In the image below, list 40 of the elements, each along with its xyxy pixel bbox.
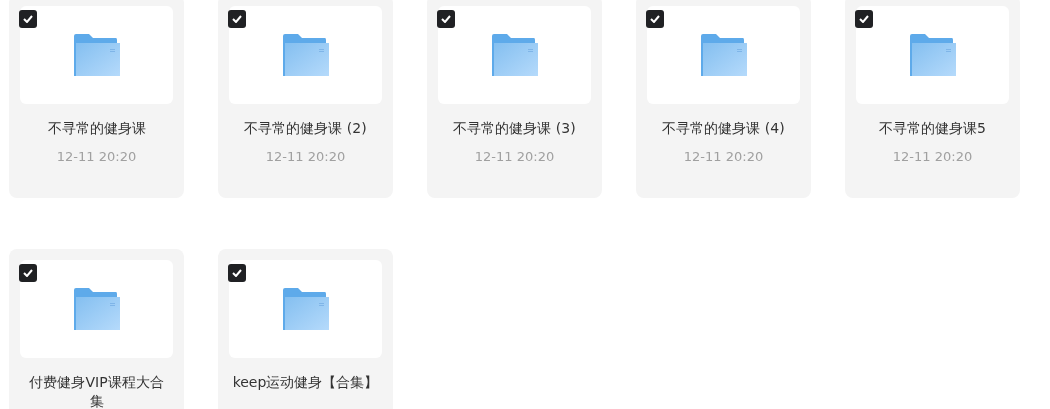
folder-name: 不寻常的健身课 (2) <box>243 119 368 138</box>
check-icon <box>441 15 451 23</box>
folder-card[interactable]: 不寻常的健身课5 12-11 20:20 <box>845 0 1020 198</box>
checkbox[interactable] <box>19 264 37 282</box>
folder-date: 12-11 20:20 <box>265 148 346 166</box>
folder-icon <box>73 288 120 330</box>
folder-icon <box>700 34 747 76</box>
folder-card[interactable]: 不寻常的健身课 (2) 12-11 20:20 <box>218 0 393 198</box>
folder-name: 付费健身VIP课程大合集 <box>28 373 165 409</box>
folder-icon <box>73 34 120 76</box>
checkbox[interactable] <box>228 10 246 28</box>
checkbox[interactable] <box>646 10 664 28</box>
check-icon <box>23 15 33 23</box>
folder-name: 不寻常的健身课 (3) <box>452 119 577 138</box>
folder-icon <box>282 288 329 330</box>
folder-name: 不寻常的健身课5 <box>878 119 987 138</box>
checkbox[interactable] <box>437 10 455 28</box>
folder-date: 12-11 20:20 <box>56 148 137 166</box>
check-icon <box>650 15 660 23</box>
checkbox[interactable] <box>19 10 37 28</box>
folder-card[interactable]: 不寻常的健身课 (4) 12-11 20:20 <box>636 0 811 198</box>
check-icon <box>232 269 242 277</box>
folder-date: 12-11 20:20 <box>683 148 764 166</box>
folder-date: 12-11 20:20 <box>892 148 973 166</box>
checkbox[interactable] <box>855 10 873 28</box>
check-icon <box>232 15 242 23</box>
folder-name: keep运动健身【合集】 <box>232 373 379 392</box>
checkbox[interactable] <box>228 264 246 282</box>
folder-icon <box>491 34 538 76</box>
folder-card[interactable]: 付费健身VIP课程大合集 <box>9 249 184 409</box>
folder-name: 不寻常的健身课 (4) <box>661 119 786 138</box>
folder-card[interactable]: 不寻常的健身课 12-11 20:20 <box>9 0 184 198</box>
check-icon <box>859 15 869 23</box>
folder-card[interactable]: keep运动健身【合集】 <box>218 249 393 409</box>
folder-date: 12-11 20:20 <box>474 148 555 166</box>
folder-card[interactable]: 不寻常的健身课 (3) 12-11 20:20 <box>427 0 602 198</box>
folder-icon <box>282 34 329 76</box>
folder-icon <box>909 34 956 76</box>
folder-name: 不寻常的健身课 <box>46 119 147 138</box>
check-icon <box>23 269 33 277</box>
